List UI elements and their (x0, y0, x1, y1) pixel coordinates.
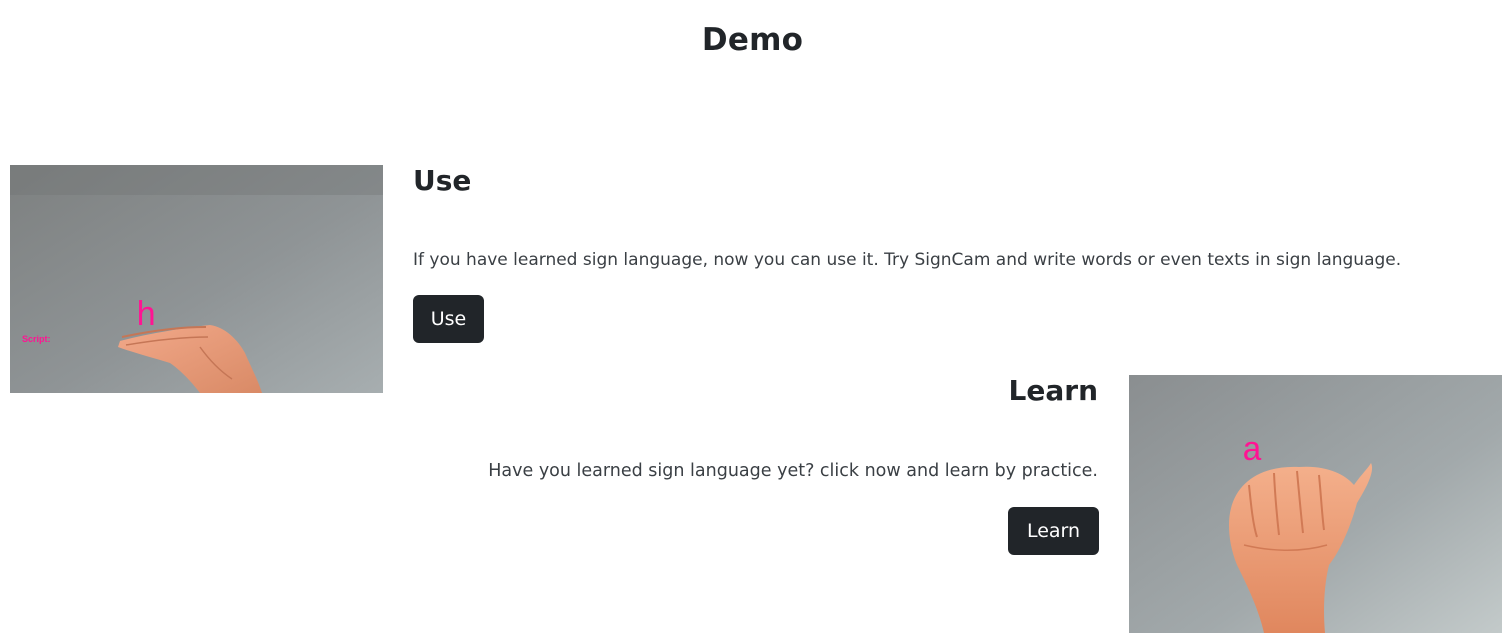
detected-letter-h: h (136, 298, 156, 336)
detected-letter-a: a (1242, 433, 1262, 471)
learn-button[interactable]: Learn (1008, 507, 1099, 555)
use-description: If you have learned sign language, now y… (413, 250, 1402, 270)
use-heading: Use (413, 164, 472, 197)
signcam-frame-h: h Script: (10, 165, 383, 393)
page-title: Demo (701, 22, 804, 58)
learn-heading: Learn (1008, 374, 1098, 407)
demo-page: Demo h Script: Use If you have learned s… (0, 0, 1505, 633)
learn-description: Have you learned sign language yet? clic… (488, 461, 1098, 481)
use-button[interactable]: Use (413, 295, 484, 343)
use-demo-image: h Script: (10, 165, 383, 393)
signcam-frame-a: a (1129, 375, 1502, 633)
learn-demo-image: a (1129, 375, 1502, 633)
script-label: Script: (22, 334, 51, 344)
